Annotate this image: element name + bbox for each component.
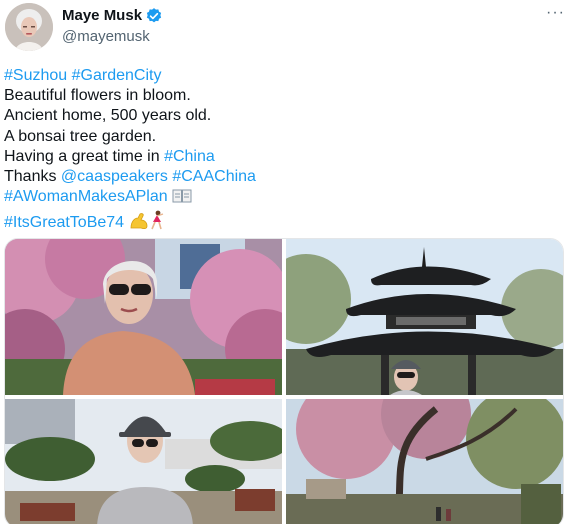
photo-garden-path[interactable] <box>286 399 563 524</box>
tweet-line: Thanks @caaspeakers #CAAChina <box>4 167 544 187</box>
verified-badge-icon <box>146 8 162 23</box>
hashtag-link[interactable]: #Suzhou <box>4 67 67 84</box>
tweet-line: A bonsai tree garden. <box>4 127 544 147</box>
hashtag-link[interactable]: #China <box>164 148 215 165</box>
book-icon <box>172 188 192 210</box>
author-handle[interactable]: @mayemusk <box>62 28 150 45</box>
hashtag-link[interactable]: #GardenCity <box>72 67 162 84</box>
media-grid <box>4 238 564 524</box>
dancer-icon <box>149 210 165 236</box>
tweet-line: #Suzhou #GardenCity <box>4 66 544 86</box>
tweet-line: #ItsGreatToBe74 <box>4 210 544 236</box>
mention-link[interactable]: @caaspeakers <box>61 168 168 185</box>
hashtag-link[interactable]: #AWomanMakesAPlan <box>4 188 168 205</box>
tweet-text-segment: Thanks <box>4 168 61 186</box>
tweet-header: Maye Musk @mayemusk ··· <box>0 0 568 60</box>
photo-pagoda[interactable] <box>286 239 563 395</box>
display-name[interactable]: Maye Musk <box>62 7 142 24</box>
photo-cherry-blossom-portrait[interactable] <box>5 239 282 395</box>
flexed-biceps-icon <box>129 212 149 236</box>
more-options-button[interactable]: ··· <box>546 4 565 22</box>
tweet-line: Ancient home, 500 years old. <box>4 106 544 126</box>
avatar-photo-icon <box>5 3 53 51</box>
photo-bonsai-garden[interactable] <box>5 399 282 524</box>
tweet-line: Beautiful flowers in bloom. <box>4 86 544 106</box>
hashtag-link[interactable]: #ItsGreatToBe74 <box>4 214 124 231</box>
tweet-text-segment: Beautiful flowers in bloom. <box>4 87 191 105</box>
tweet-text-segment: Having a great time in <box>4 147 165 165</box>
author-avatar[interactable] <box>5 3 53 51</box>
tweet-text-segment: A bonsai tree garden. <box>4 127 157 145</box>
tweet-text-segment: Ancient home, 500 years old. <box>4 107 212 125</box>
tweet-line: Having a great time in #China <box>4 147 544 167</box>
hashtag-link[interactable]: #CAAChina <box>172 168 256 185</box>
tweet-text: #Suzhou #GardenCity Beautiful flowers in … <box>4 66 544 237</box>
tweet-line: #AWomanMakesAPlan <box>4 187 544 210</box>
